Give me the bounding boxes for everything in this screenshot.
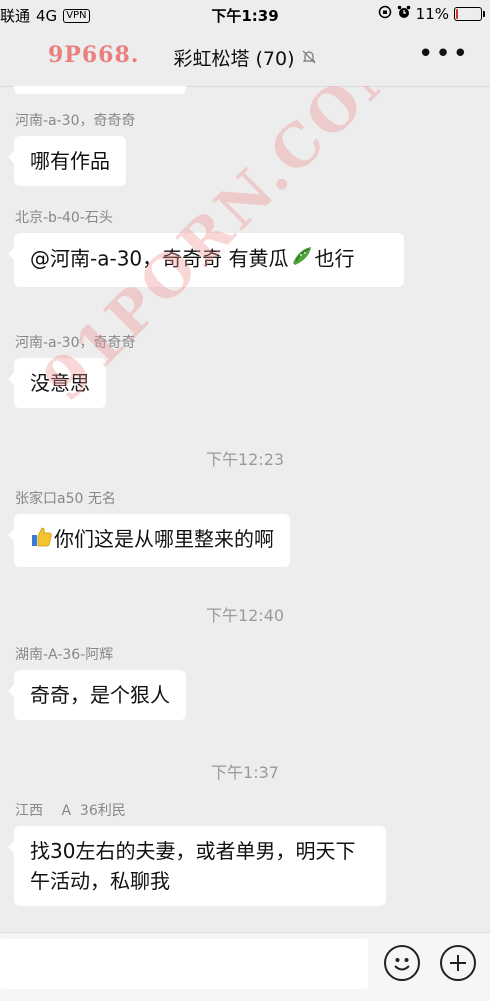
- message-text: @河南-a-30，奇奇奇 有黄瓜: [30, 246, 289, 271]
- message-input[interactable]: [0, 939, 368, 989]
- message-5: 湖南-A-36-阿辉 奇奇，是个狠人: [8, 644, 186, 720]
- message-text: 你们这是从哪里整来的啊: [54, 527, 274, 551]
- sender-name: 湖南-A-36-阿辉: [15, 647, 114, 663]
- status-bar: 联通 4G VPN 下午1:39 11%: [0, 0, 490, 30]
- message-bubble[interactable]: 奇奇，是个狠人: [8, 670, 186, 720]
- cucumber-emoji-icon: [289, 243, 315, 277]
- sender-name: 张家口a50 无名: [15, 491, 116, 507]
- alarm-icon: [397, 5, 411, 23]
- message-2: 北京-b-40-石头 @河南-a-30，奇奇奇 有黄瓜 也行: [8, 207, 404, 287]
- message-bubble[interactable]: 没意思: [8, 358, 106, 408]
- sender-name: 江西 A 36利民: [15, 803, 126, 819]
- sender-name: 河南-a-30，奇奇奇: [15, 335, 136, 351]
- message-bubble[interactable]: @河南-a-30，奇奇奇 有黄瓜 也行: [8, 233, 404, 287]
- chat-area[interactable]: 河南-a-30，奇奇奇 哪有作品 北京-b-40-石头 @河南-a-30，奇奇奇…: [0, 86, 490, 932]
- plus-icon: [450, 955, 466, 971]
- message-text: 也行: [314, 246, 355, 271]
- message-1: 河南-a-30，奇奇奇 哪有作品: [8, 110, 136, 186]
- add-more-button[interactable]: [440, 945, 476, 981]
- watermark-top: 9P668.: [48, 42, 140, 68]
- message-bubble[interactable]: 你们这是从哪里整来的啊: [8, 514, 290, 567]
- status-right: 11%: [378, 5, 485, 23]
- message-6: 江西 A 36利民 找30左右的夫妻，或者单男，明天下午活动，私聊我: [8, 800, 386, 906]
- message-4: 张家口a50 无名 你们这是从哪里整来的啊: [8, 488, 290, 567]
- time-separator: 下午12:23: [205, 450, 285, 469]
- time-separator: 下午12:40: [205, 606, 285, 625]
- battery-icon: [454, 7, 485, 21]
- battery-tip: [483, 11, 485, 17]
- sender-name: 北京-b-40-石头: [15, 210, 113, 226]
- emoji-button[interactable]: [384, 945, 420, 981]
- emoji-face-icon: [394, 958, 410, 971]
- message-bubble[interactable]: 哪有作品: [8, 136, 126, 186]
- battery-percent: 11%: [415, 5, 449, 23]
- input-bar: [0, 932, 490, 1001]
- chat-title: 彩虹松塔 (70): [173, 48, 295, 70]
- sender-name: 河南-a-30，奇奇奇: [15, 113, 136, 129]
- message-3: 河南-a-30，奇奇奇 没意思: [8, 332, 136, 408]
- previous-message-bubble[interactable]: [14, 86, 186, 94]
- mute-bell-icon: [301, 50, 317, 69]
- chat-header: 彩虹松塔 (70) 9P668. •••: [0, 30, 490, 87]
- thumbs-up-emoji-icon: [30, 525, 54, 557]
- time-separator: 下午1:37: [211, 763, 279, 782]
- battery-fill: [456, 9, 458, 19]
- more-options-button[interactable]: •••: [418, 41, 470, 67]
- rotation-lock-icon: [378, 5, 392, 23]
- more-dots-icon: •••: [417, 39, 470, 69]
- message-bubble[interactable]: 找30左右的夫妻，或者单男，明天下午活动，私聊我: [8, 826, 386, 906]
